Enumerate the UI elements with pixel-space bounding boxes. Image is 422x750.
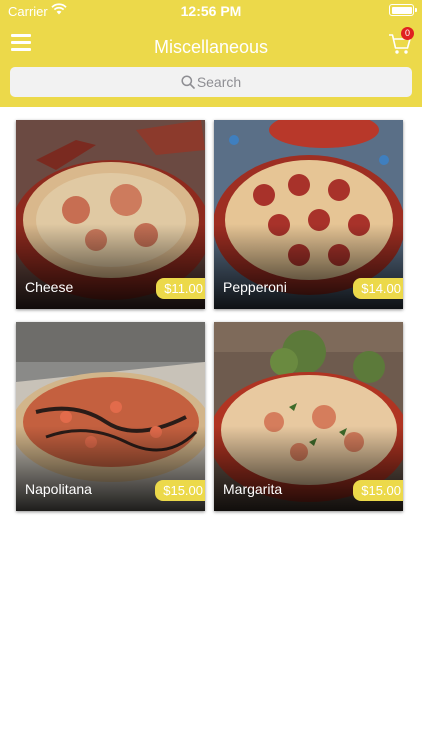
product-name: Pepperoni [223,279,287,295]
product-name: Napolitana [25,481,92,497]
search-bar[interactable]: Search [10,67,412,97]
status-bar: Carrier 12:56 PM [0,0,422,22]
price-badge: $11.00 [156,278,205,299]
cart-count-badge: 0 [401,27,414,40]
battery-icon [389,4,417,16]
search-placeholder: Search [196,74,242,90]
product-card-pepperoni[interactable]: Pepperoni $14.00 [214,120,403,309]
clock: 12:56 PM [180,3,242,19]
product-card-cheese[interactable]: Cheese $11.00 [16,120,205,309]
price-badge: $14.00 [353,278,403,299]
product-name: Margarita [223,481,283,497]
page-title: Miscellaneous [153,37,269,57]
search-icon [181,75,195,89]
app-header: Carrier 12:56 PM Miscellaneous 0 Search [0,0,422,107]
price-badge: $15.00 [155,480,205,501]
product-card-napolitana[interactable]: Napolitana $15.00 [16,322,205,511]
price-badge: $15.00 [353,480,403,501]
product-name: Cheese [25,279,74,295]
product-card-margarita[interactable]: Margarita $15.00 [214,322,403,511]
